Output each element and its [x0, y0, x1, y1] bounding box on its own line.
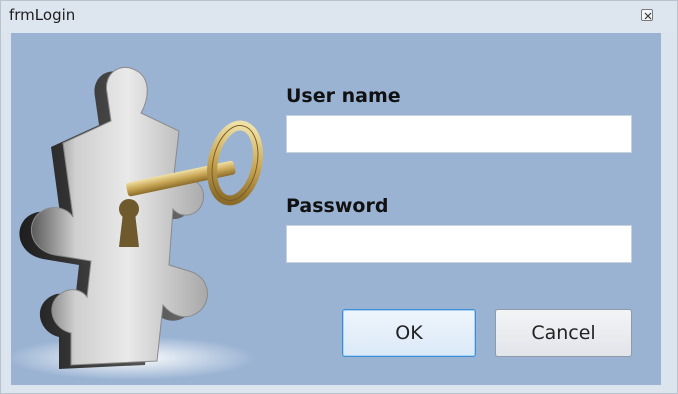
window-title: frmLogin: [9, 6, 76, 24]
username-input[interactable]: [286, 115, 632, 153]
cancel-button[interactable]: Cancel: [495, 309, 632, 357]
login-panel: User name Password OK Cancel: [11, 33, 661, 385]
ok-button[interactable]: OK: [342, 309, 476, 357]
title-bar[interactable]: frmLogin: [1, 1, 677, 33]
username-label: User name: [286, 85, 401, 107]
puzzle-key-icon: [11, 66, 263, 380]
close-icon: [644, 12, 652, 20]
login-window: frmLogin User name Password OK Cancel: [0, 0, 678, 394]
close-button[interactable]: [641, 9, 653, 21]
password-input[interactable]: [286, 225, 632, 263]
password-label: Password: [286, 195, 389, 217]
